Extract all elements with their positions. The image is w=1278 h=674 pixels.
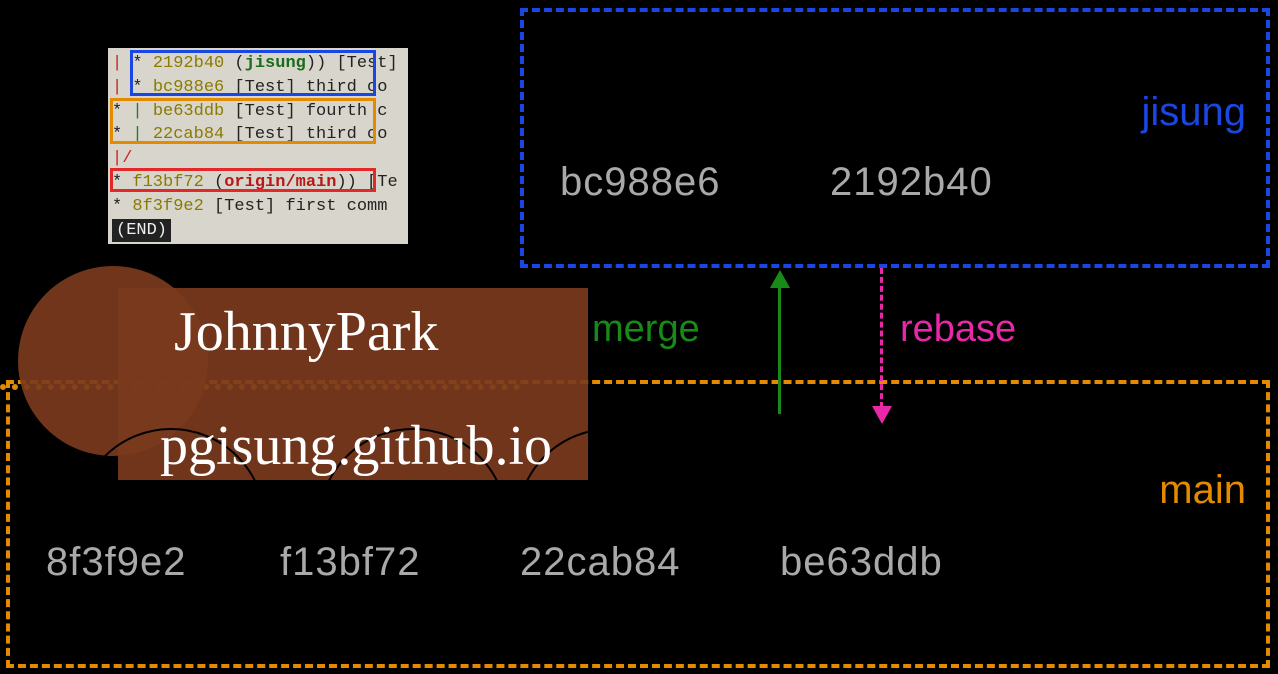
commit-hash: 8f3f9e2 — [46, 540, 186, 585]
git-log-terminal: | * 2192b40 (jisung)) [Test] | * bc988e6… — [108, 48, 408, 244]
commit-hash: 22cab84 — [520, 540, 680, 585]
commit-hash: f13bf72 — [280, 540, 420, 585]
highlight-origin-main — [110, 168, 376, 192]
commit-hash: 2192b40 — [830, 160, 993, 205]
branch-label-main: main — [1159, 468, 1246, 513]
merge-label: merge — [592, 308, 700, 351]
rebase-label: rebase — [900, 308, 1016, 351]
watermark-author: JohnnyPark — [174, 300, 438, 364]
log-end: (END) — [112, 219, 404, 243]
branch-label-jisung: jisung — [1141, 90, 1246, 135]
log-row: * 8f3f9e2 [Test] first comm — [112, 195, 404, 219]
highlight-main-commits — [110, 98, 376, 144]
commit-hash: be63ddb — [780, 540, 943, 585]
watermark-url: pgisung.github.io — [160, 414, 552, 478]
branch-box-jisung — [520, 8, 1270, 268]
commit-hash: bc988e6 — [560, 160, 720, 205]
highlight-jisung-commits — [130, 50, 376, 96]
